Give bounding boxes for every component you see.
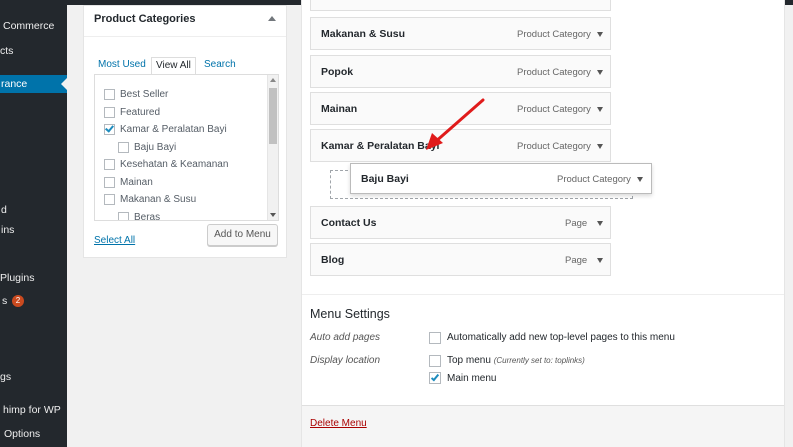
sidebar-item-label: himp for WP	[3, 404, 61, 416]
menu-item-title: Blog	[321, 254, 345, 266]
auto-add-pages-text: Automatically add new top-level pages to…	[447, 332, 675, 343]
chevron-down-icon[interactable]	[637, 177, 643, 182]
menu-item-type: Page	[565, 255, 588, 266]
menu-item-type: Product Category	[517, 104, 591, 115]
menu-item-title: Mainan	[321, 103, 358, 115]
main-menu-text: Main menu	[447, 373, 497, 384]
panel-title: Product Categories	[94, 13, 196, 25]
menu-item[interactable]: Blog Page	[310, 243, 611, 276]
sidebar-item-settings[interactable]: gs	[0, 368, 67, 386]
sidebar-item-d[interactable]: d	[0, 201, 67, 219]
add-to-menu-button[interactable]: Add to Menu	[207, 224, 278, 246]
sidebar-item-label: Plugins	[0, 272, 35, 284]
tab-most-used[interactable]: Most Used	[94, 57, 150, 75]
tab-search[interactable]: Search	[200, 57, 240, 75]
tab-view-all[interactable]: View All	[151, 57, 196, 75]
top-menu-label: Top menu	[447, 355, 491, 366]
red-annotation-arrow-icon	[426, 98, 485, 150]
checkbox[interactable]	[104, 107, 115, 118]
sidebar-item-label: rance	[1, 78, 28, 90]
sidebar-item-label: Options	[4, 428, 41, 440]
checkbox[interactable]	[104, 159, 115, 170]
category-label: Kamar & Peralatan Bayi	[120, 124, 227, 135]
chevron-down-icon[interactable]	[597, 32, 603, 37]
sidebar-item-plugins[interactable]: ins	[0, 221, 67, 239]
checkmark-icon	[105, 123, 114, 133]
menu-item-type: Product Category	[517, 29, 591, 40]
category-label: Mainan	[120, 177, 153, 188]
scroll-down-icon[interactable]	[270, 213, 276, 217]
sidebar-item-mailchimp[interactable]: himp for WP	[0, 401, 67, 419]
checkbox[interactable]	[104, 89, 115, 100]
divider	[302, 294, 784, 295]
category-label: Best Seller	[120, 89, 169, 100]
checkbox[interactable]	[118, 212, 129, 220]
menu-item-type: Product Category	[517, 67, 591, 78]
category-label: Featured	[120, 107, 161, 118]
menu-footer	[302, 405, 784, 447]
menu-item-type: Product Category	[517, 141, 591, 152]
chevron-down-icon[interactable]	[597, 70, 603, 75]
menu-item-title: Makanan & Susu	[321, 28, 406, 40]
chevron-down-icon[interactable]	[597, 258, 603, 263]
sidebar-item-options[interactable]: Options	[0, 425, 67, 443]
menu-item[interactable]: Contact Us Page	[310, 206, 611, 239]
scroll-thumb[interactable]	[269, 88, 277, 144]
delete-menu-link[interactable]: Delete Menu	[310, 418, 367, 429]
menu-item-dragging[interactable]: Baju Bayi Product Category	[350, 163, 652, 194]
menu-item[interactable]: Popok Product Category	[310, 55, 611, 88]
category-label: Beras	[134, 212, 161, 221]
menu-item-title: Baju Bayi	[361, 173, 409, 185]
collapse-toggle-icon[interactable]	[268, 16, 276, 21]
sidebar-item-products[interactable]: cts	[0, 42, 67, 60]
sidebar-item-updates[interactable]: s2	[0, 292, 67, 310]
admin-sidebar: Commerce cts rance d ins Plugins s2 gs h…	[0, 0, 67, 447]
top-menu-checkbox[interactable]	[429, 355, 441, 367]
display-location-label: Display location	[310, 355, 381, 366]
menu-item-type: Product Category	[557, 174, 631, 185]
auto-add-pages-label: Auto add pages	[310, 332, 381, 343]
top-menu-text: Top menu (Currently set to: toplinks)	[447, 355, 585, 366]
menu-item[interactable]: Makanan & Susu Product Category	[310, 17, 611, 50]
product-categories-panel: Product Categories Most Used View All Se…	[83, 5, 287, 258]
menu-item-title: Contact Us	[321, 217, 377, 229]
sidebar-item-appearance[interactable]: rance	[0, 75, 67, 93]
main-menu-checkbox[interactable]	[429, 372, 441, 384]
sidebar-item-woocommerce[interactable]: Commerce	[0, 17, 67, 35]
checkbox[interactable]	[104, 194, 115, 205]
scroll-up-icon[interactable]	[270, 78, 276, 82]
menu-settings-title: Menu Settings	[310, 307, 390, 321]
chevron-down-icon[interactable]	[597, 221, 603, 226]
divider	[84, 36, 286, 37]
scrollbar[interactable]	[267, 75, 278, 220]
update-count-badge: 2	[12, 295, 24, 307]
sidebar-item-label: Commerce	[3, 20, 55, 32]
category-checklist: Best Seller Featured Kamar & Peralatan B…	[94, 75, 279, 221]
sidebar-item-installed-plugins[interactable]: Plugins	[0, 269, 67, 287]
sidebar-item-label: s	[2, 295, 8, 307]
checkbox[interactable]	[118, 142, 129, 153]
checkbox-checked[interactable]	[104, 123, 115, 135]
auto-add-pages-checkbox[interactable]	[429, 332, 441, 344]
sidebar-item-label: ins	[1, 224, 15, 236]
checkmark-icon	[430, 372, 440, 382]
menu-item-type: Page	[565, 218, 588, 229]
sidebar-item-label: d	[1, 204, 7, 216]
top-menu-note: (Currently set to: toplinks)	[493, 356, 585, 365]
category-label: Baju Bayi	[134, 142, 177, 153]
select-all-link[interactable]: Select All	[94, 235, 135, 246]
checkbox[interactable]	[104, 177, 115, 188]
menu-item-title: Popok	[321, 66, 354, 78]
chevron-down-icon[interactable]	[597, 107, 603, 112]
category-label: Makanan & Susu	[120, 194, 197, 205]
sidebar-item-label: gs	[0, 371, 12, 383]
active-indicator-arrow	[61, 78, 67, 90]
chevron-down-icon[interactable]	[597, 144, 603, 149]
menu-item-partial[interactable]	[310, 0, 611, 11]
category-label: Kesehatan & Keamanan	[120, 159, 229, 170]
sidebar-item-label: cts	[0, 45, 14, 57]
category-tabs: Most Used View All Search	[94, 57, 279, 75]
